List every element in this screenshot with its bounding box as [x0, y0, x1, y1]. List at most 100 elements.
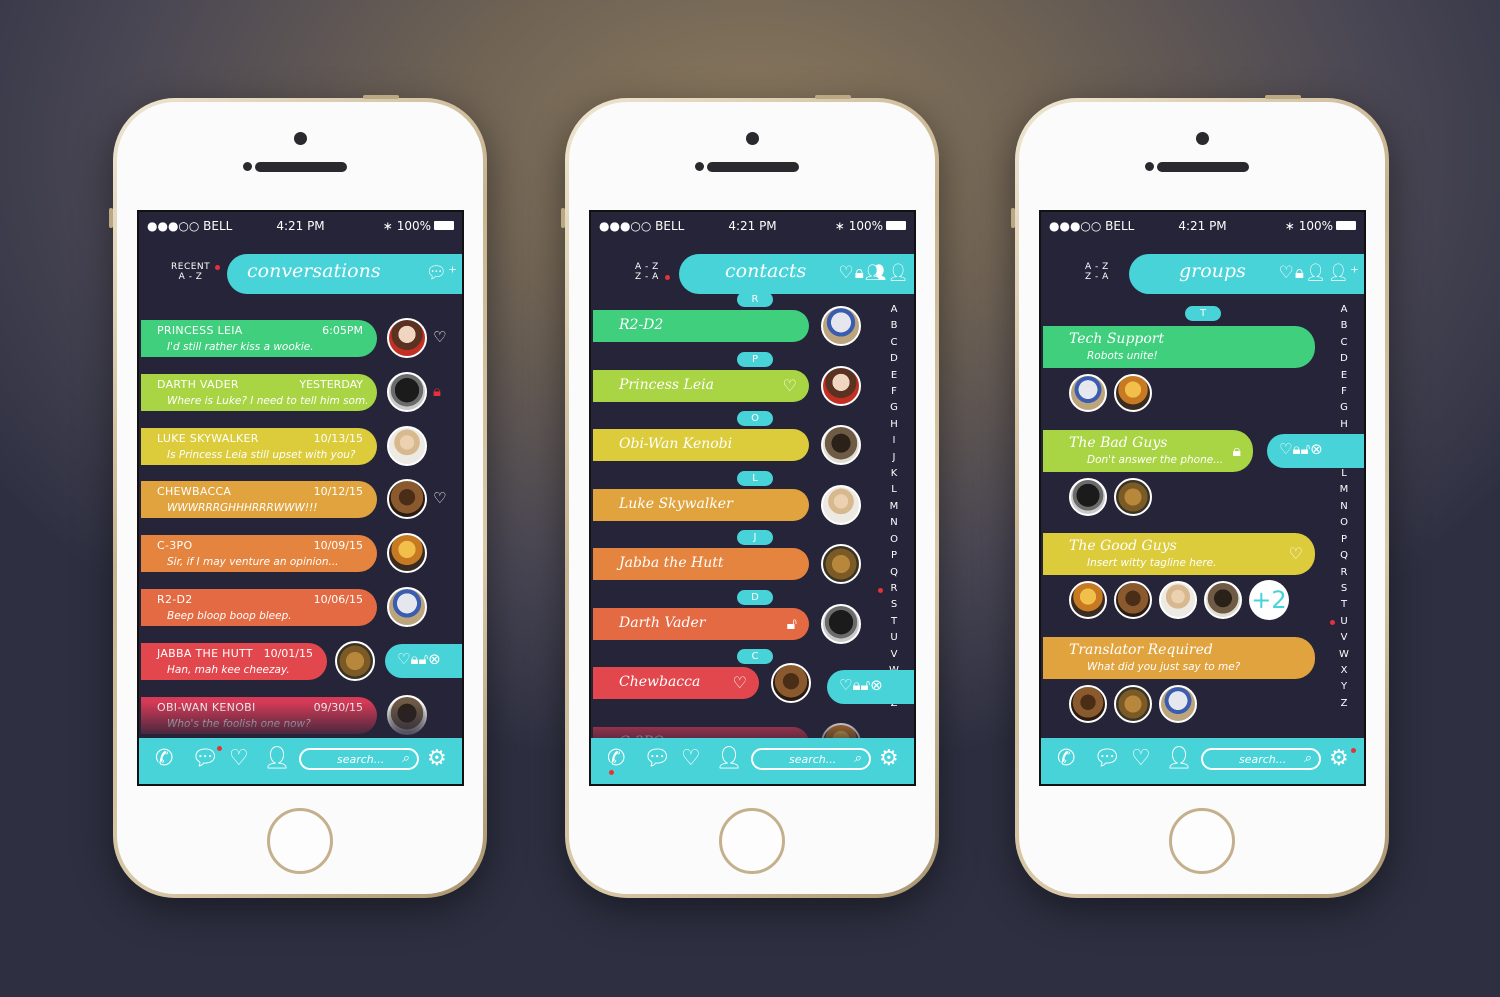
alphabet-letter[interactable]: W — [1338, 647, 1350, 663]
alphabet-letter[interactable]: U — [1338, 614, 1350, 630]
member-avatar[interactable] — [1114, 684, 1152, 723]
member-avatar[interactable] — [1114, 581, 1152, 619]
alphabet-letter[interactable]: S — [1338, 581, 1350, 597]
sort-toggle[interactable]: RECENT A - Z — [171, 262, 210, 282]
heart-icon[interactable]: ♡ — [229, 746, 249, 772]
new-conversation-icon[interactable]: 💬︎⁺ — [425, 263, 458, 283]
sort-toggle[interactable]: A - Z Z - A — [635, 262, 659, 282]
alphabet-letter[interactable]: K — [888, 466, 900, 482]
avatar[interactable] — [821, 603, 861, 644]
contacts-icon[interactable]: 👤︎ — [263, 746, 291, 772]
sort-option-az[interactable]: A - Z — [1085, 262, 1109, 272]
group-row[interactable]: The Good Guys Insert witty tagline here. ♡ — [1043, 533, 1315, 575]
favorite-action-icon[interactable]: ♡ — [1279, 440, 1292, 458]
heart-icon[interactable]: ♡ — [783, 376, 797, 395]
alphabet-letter[interactable]: G — [1338, 400, 1350, 416]
unlock-action-icon[interactable]: 🔓︎ — [418, 650, 428, 668]
group-row[interactable]: The Bad Guys Don't answer the phone... 🔒︎ — [1043, 429, 1253, 472]
avatar[interactable] — [387, 371, 427, 412]
alphabet-letter[interactable]: X — [1338, 663, 1350, 679]
contact-row[interactable]: Jabba the Hutt — [593, 548, 809, 580]
alphabet-letter[interactable]: L — [1338, 466, 1350, 482]
alphabet-letter[interactable]: C — [888, 335, 900, 351]
conversation-row[interactable]: R2-D2 10/06/15 Beep bloop boop bleep. — [141, 589, 377, 626]
contact-row[interactable]: Obi-Wan Kenobi — [593, 429, 809, 461]
alphabet-letter[interactable]: I — [888, 433, 900, 449]
contacts-icon[interactable]: 👤︎ — [1165, 746, 1193, 772]
alphabet-letter[interactable]: B — [888, 318, 900, 334]
sort-option-recent[interactable]: RECENT — [171, 262, 210, 272]
alphabet-letter[interactable]: L — [888, 482, 900, 498]
phone-icon[interactable]: ✆ — [1057, 746, 1075, 772]
conversation-row[interactable]: DARTH VADER YESTERDAY Where is Luke? I nee… — [141, 373, 377, 411]
sort-option-za[interactable]: Z - A — [635, 272, 659, 282]
lock-icon[interactable]: 🔓︎ — [787, 614, 797, 634]
avatar[interactable] — [821, 544, 861, 584]
phone-icon[interactable]: ✆ — [155, 746, 173, 772]
alphabet-letter[interactable]: R — [1338, 565, 1350, 581]
lock-icon[interactable]: 🔒︎ — [433, 382, 441, 400]
contact-row[interactable]: Princess Leia ♡ — [593, 369, 809, 402]
avatar[interactable] — [821, 365, 861, 406]
avatar[interactable] — [335, 640, 375, 681]
avatar[interactable] — [387, 318, 427, 358]
alphabet-letter[interactable]: P — [888, 548, 900, 564]
sort-option-az[interactable]: A - Z — [635, 262, 659, 272]
member-avatar[interactable] — [1069, 581, 1107, 619]
search-input[interactable]: search... ⌕ — [751, 748, 871, 770]
search-input[interactable]: search... ⌕ — [1201, 748, 1321, 770]
alphabet-letter[interactable]: M — [1338, 482, 1350, 498]
alphabet-letter[interactable]: V — [1338, 630, 1350, 646]
more-members-badge[interactable]: +2 — [1249, 580, 1289, 620]
heart-icon[interactable]: ♡ — [1289, 544, 1303, 563]
alphabet-letter[interactable]: Z — [1338, 696, 1350, 712]
alphabet-letter[interactable]: S — [888, 597, 900, 613]
contacts-icon[interactable]: 👤︎ — [715, 746, 743, 772]
avatar[interactable] — [821, 306, 861, 346]
home-button[interactable] — [267, 808, 333, 874]
alphabet-letter[interactable]: J — [888, 450, 900, 466]
alphabet-letter[interactable]: O — [888, 532, 900, 548]
favorite-action-icon[interactable]: ♡ — [397, 650, 410, 668]
member-avatar[interactable] — [1069, 684, 1107, 723]
alphabet-letter[interactable]: F — [1338, 384, 1350, 400]
alphabet-letter[interactable]: O — [1338, 515, 1350, 531]
alphabet-letter[interactable]: U — [888, 630, 900, 646]
conversation-row[interactable]: C-3PO 10/09/15 Sir, if I may venture an op… — [141, 535, 377, 573]
avatar[interactable] — [821, 425, 861, 465]
header-filter-icons[interactable]: ♡🔒︎👥︎👤︎ — [839, 263, 910, 283]
member-avatar[interactable] — [1114, 374, 1152, 412]
gear-icon[interactable]: ⚙ — [427, 746, 447, 772]
alphabet-letter[interactable]: E — [1338, 368, 1350, 384]
conversation-row[interactable]: CHEWBACCA 10/12/15 WWWRRRGHHHRRRWWW!!! — [141, 481, 377, 519]
alphabet-letter[interactable]: R — [888, 581, 900, 597]
gear-icon[interactable]: ⚙ — [879, 746, 899, 772]
alphabet-index[interactable]: ABCDEFGHIJKLMNOPQRSTUVWYZ — [888, 302, 900, 712]
avatar[interactable] — [821, 484, 861, 525]
alphabet-letter[interactable]: D — [1338, 351, 1350, 367]
chat-icon[interactable]: 💬︎ — [643, 746, 671, 772]
alphabet-letter[interactable]: A — [1338, 302, 1350, 318]
search-input[interactable]: search... ⌕ — [299, 748, 419, 770]
unlock-action-icon[interactable]: 🔓︎ — [860, 676, 870, 694]
alphabet-letter[interactable]: H — [888, 417, 900, 433]
alphabet-letter[interactable]: C — [1338, 335, 1350, 351]
alphabet-letter[interactable]: G — [888, 400, 900, 416]
conversation-row[interactable]: LUKE SKYWALKER 10/13/15 Is Princess Leia s… — [141, 427, 377, 465]
phone-icon[interactable]: ✆ — [607, 746, 625, 772]
alphabet-letter[interactable]: E — [888, 368, 900, 384]
alphabet-letter[interactable]: N — [888, 515, 900, 531]
heart-icon[interactable]: ♡ — [1131, 746, 1151, 772]
avatar[interactable] — [387, 587, 427, 627]
conversation-row[interactable]: JABBA THE HUTT 10/01/15 Han, mah kee cheez… — [141, 642, 327, 680]
favorite-action-icon[interactable]: ♡ — [839, 676, 852, 694]
gear-icon[interactable]: ⚙ — [1329, 746, 1349, 772]
contact-row[interactable]: R2-D2 — [593, 310, 809, 342]
heart-icon[interactable]: ♡ — [681, 746, 701, 772]
member-avatar[interactable] — [1114, 477, 1152, 516]
alphabet-letter[interactable]: T — [888, 614, 900, 630]
lock-icon[interactable]: 🔒︎ — [1232, 441, 1241, 461]
alphabet-letter[interactable]: T — [1338, 597, 1350, 613]
chat-icon[interactable]: 💬︎ — [1093, 746, 1121, 772]
alphabet-letter[interactable]: N — [1338, 499, 1350, 515]
